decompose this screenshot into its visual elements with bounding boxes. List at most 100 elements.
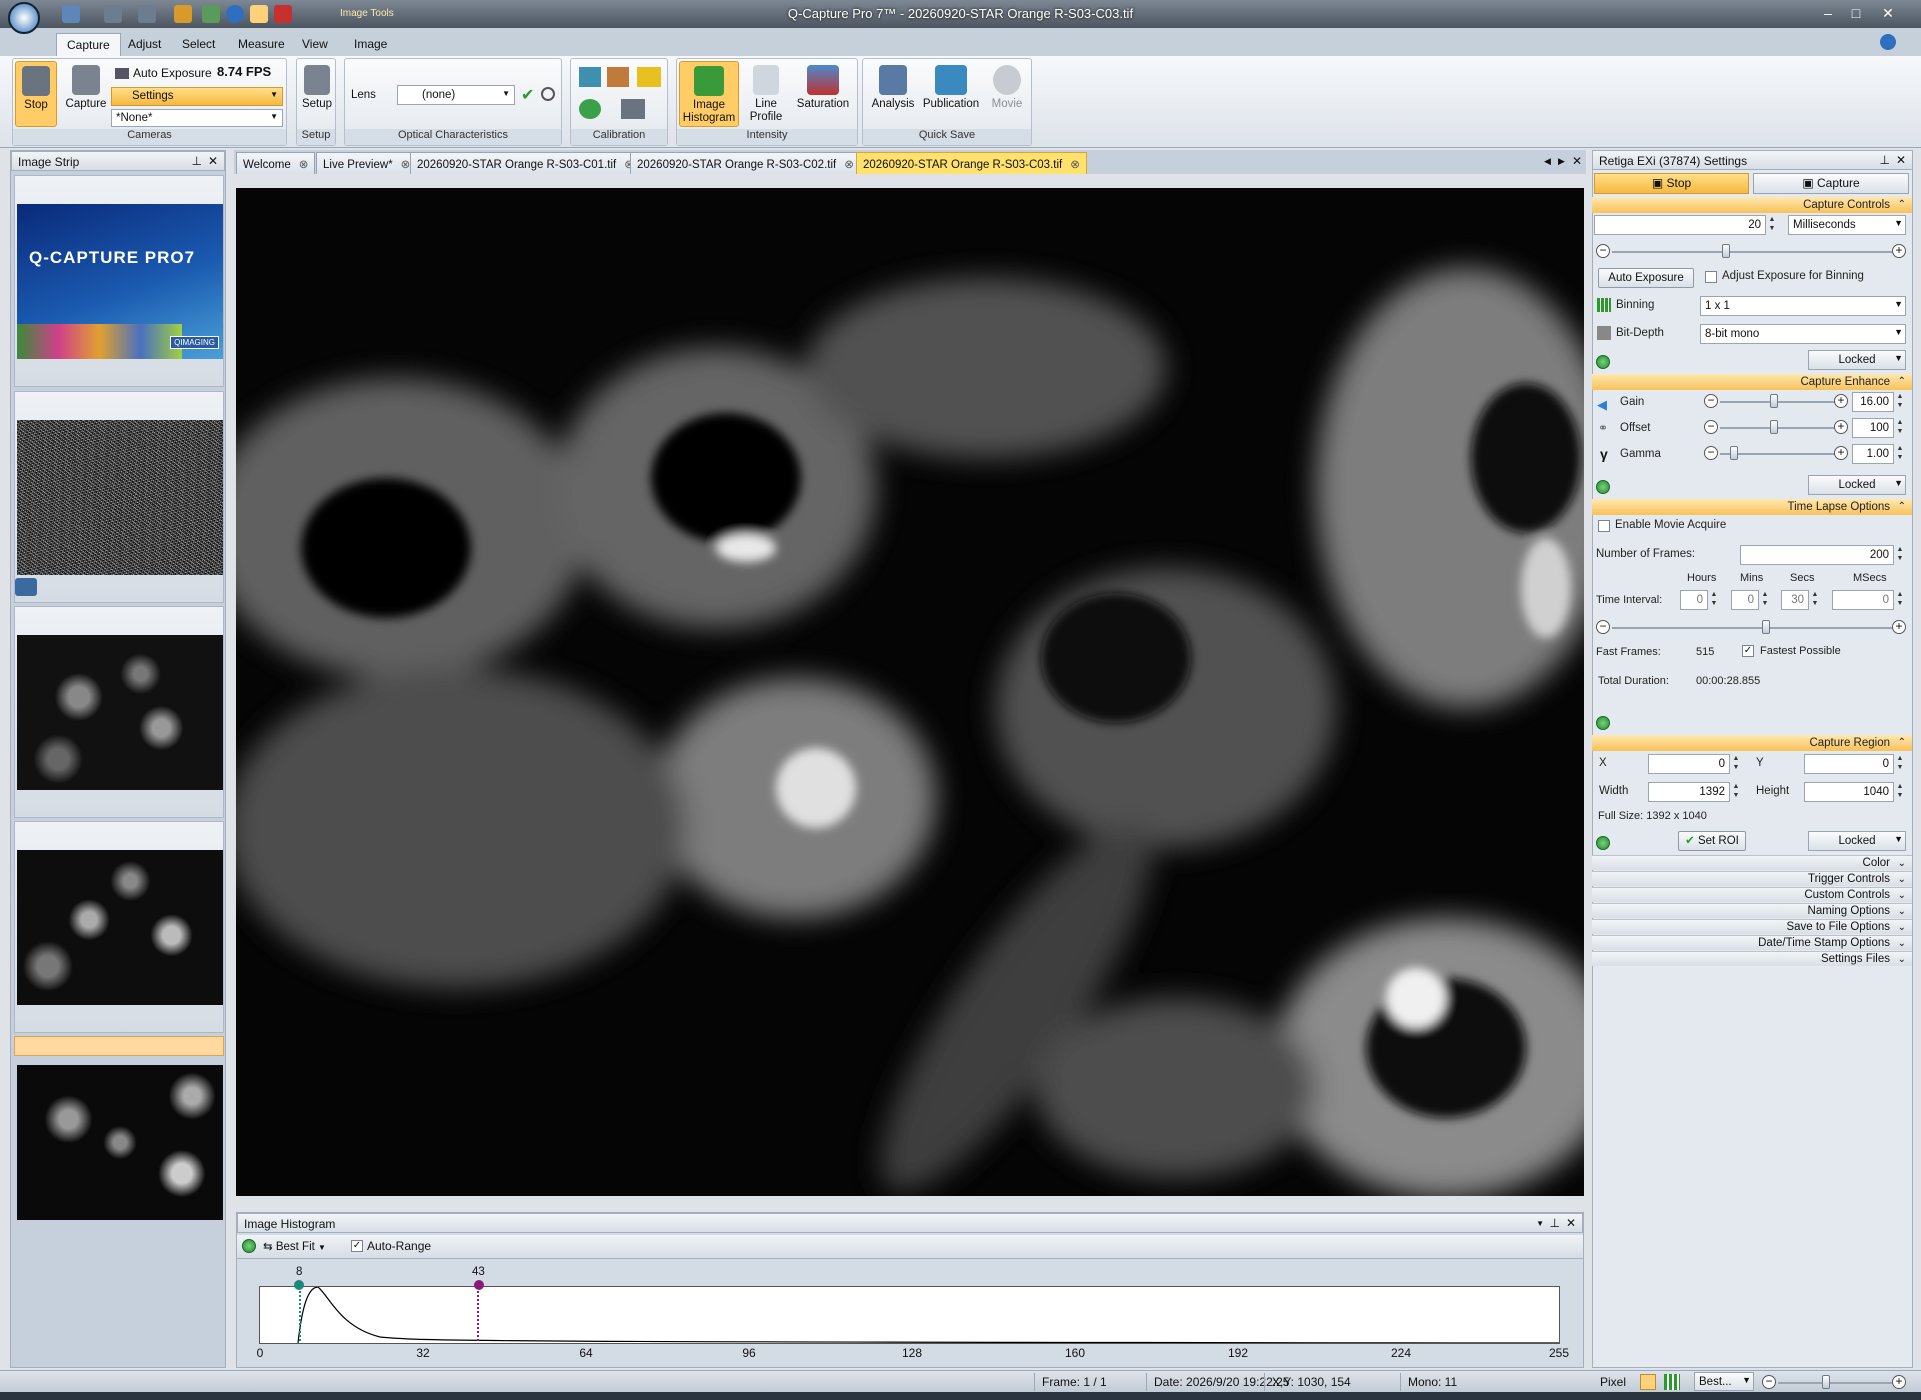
exposure-input[interactable]: 20 (1594, 215, 1766, 235)
set-roi-button[interactable]: ✔ Set ROI (1678, 831, 1746, 851)
line-profile-button[interactable]: Line Profile (743, 65, 789, 124)
time-interval-slider[interactable] (1612, 627, 1894, 629)
plus-icon[interactable]: + (1834, 446, 1848, 460)
close-icon[interactable]: ⊗ (844, 159, 854, 171)
mins-spinner[interactable]: ▲ ▼ (1759, 590, 1771, 610)
zoom-in-icon[interactable]: + (1892, 1375, 1906, 1389)
capture-enhance-header[interactable]: Capture Enhance ⌃ (1592, 374, 1912, 390)
analysis-button[interactable]: Analysis (867, 65, 919, 111)
roi-width-input[interactable]: 1392 (1648, 782, 1730, 802)
pin-icon[interactable]: ⊥ (1880, 153, 1890, 167)
tab-measure[interactable]: Measure (228, 33, 295, 56)
image-viewer[interactable] (236, 188, 1584, 1196)
offset-input[interactable]: 100 (1852, 418, 1894, 438)
thumbnail-c03[interactable] (14, 1036, 224, 1220)
custom-controls-header[interactable]: Custom Controls ⌄ (1592, 887, 1912, 902)
msecs-input[interactable]: 0 (1832, 590, 1894, 610)
high-marker-handle[interactable] (474, 1280, 484, 1290)
preset-dropdown[interactable]: *None* ▼ (111, 109, 283, 127)
refresh-icon[interactable] (579, 99, 601, 119)
capture-enhance-locked-dropdown[interactable]: Locked ▼ (1808, 475, 1906, 495)
grid-icon[interactable] (1664, 1374, 1680, 1390)
refresh-icon[interactable] (1596, 355, 1610, 369)
exposure-spinner[interactable]: ▲ ▼ (1766, 215, 1778, 235)
pixel-status[interactable]: Pixel (1600, 1375, 1626, 1389)
scroll-left-icon[interactable]: ◀ (1544, 156, 1551, 167)
frames-input[interactable]: 200 (1740, 545, 1894, 565)
pin-icon[interactable]: ⊥ (1550, 1216, 1560, 1230)
thumbnail-c02[interactable] (14, 821, 224, 1033)
secs-spinner[interactable]: ▲ ▼ (1809, 590, 1821, 610)
offset-slider-handle[interactable] (1770, 420, 1778, 434)
roi-y-input[interactable]: 0 (1804, 754, 1894, 774)
doc-tab-c01[interactable]: 20260920-STAR Orange R-S03-C01.tif⊗ (410, 152, 641, 174)
zoom-slider-handle[interactable] (1822, 1375, 1830, 1389)
settings-capture-button[interactable]: ▣ Capture (1753, 173, 1909, 194)
tab-capture[interactable]: Capture (56, 33, 121, 56)
refresh-icon[interactable] (1596, 480, 1610, 494)
auto-range-checkbox[interactable]: ✓ (351, 1240, 363, 1252)
capture-region-header[interactable]: Capture Region ⌃ (1592, 735, 1912, 751)
secs-input[interactable]: 30 (1781, 590, 1809, 610)
gamma-spinner[interactable]: ▲ ▼ (1894, 444, 1906, 464)
thumbnail-welcome[interactable]: Q-CAPTURE PRO7 QIMAGING (14, 175, 224, 387)
time-interval-slider-handle[interactable] (1762, 620, 1770, 634)
mins-input[interactable]: 0 (1731, 590, 1759, 610)
close-icon[interactable]: ✕ (208, 154, 218, 168)
plus-icon[interactable]: + (1892, 244, 1906, 258)
help-icon[interactable] (1880, 34, 1896, 50)
offset-slider[interactable] (1720, 427, 1836, 429)
refresh-icon[interactable] (1596, 716, 1610, 730)
setup-button[interactable]: Setup (299, 65, 335, 111)
time-stamp-icon[interactable] (637, 67, 661, 87)
settings-stop-button[interactable]: ▣ Stop (1594, 173, 1749, 194)
close-icon[interactable]: ⊗ (299, 159, 309, 171)
close-icon[interactable]: ⊗ (401, 159, 411, 171)
doc-tab-c02[interactable]: 20260920-STAR Orange R-S03-C02.tif ⊗ (630, 152, 861, 174)
color-section-header[interactable]: Color ⌄ (1592, 855, 1912, 870)
roi-height-input[interactable]: 1040 (1804, 782, 1894, 802)
calibrate-icon[interactable] (579, 67, 601, 87)
naming-options-header[interactable]: Naming Options ⌄ (1592, 903, 1912, 918)
bit-depth-dropdown[interactable]: 8-bit mono ▼ (1700, 324, 1906, 344)
zoom-slider[interactable] (1778, 1382, 1892, 1384)
frames-spinner[interactable]: ▲ ▼ (1894, 545, 1906, 565)
refresh-icon[interactable] (1596, 836, 1610, 850)
settings-dropdown[interactable]: Settings ▼ (111, 87, 283, 106)
roi-height-spinner[interactable]: ▲ ▼ (1894, 782, 1906, 802)
checkmark-icon[interactable]: ✔ (521, 85, 534, 105)
close-button[interactable]: ✕ (1878, 4, 1898, 22)
lens-dropdown[interactable]: (none) ▼ (397, 85, 515, 105)
movie-button[interactable]: Movie (985, 65, 1029, 111)
close-icon[interactable]: ⊗ (1070, 159, 1080, 171)
stop-button[interactable]: Stop (15, 61, 57, 127)
minus-icon[interactable]: − (1704, 394, 1718, 408)
gain-input[interactable]: 16.00 (1852, 392, 1894, 412)
best-fit-dropdown[interactable]: ⇆ Best Fit ▼ (263, 1239, 326, 1253)
fit-view-icon[interactable] (1640, 1374, 1656, 1390)
gain-slider[interactable] (1720, 401, 1836, 403)
minimize-button[interactable]: – (1818, 4, 1838, 22)
close-icon[interactable]: ✕ (1566, 1216, 1576, 1230)
maximize-button[interactable]: □ (1846, 4, 1866, 22)
doc-tab-welcome[interactable]: Welcome ⊗ (236, 152, 316, 174)
doc-tab-live-preview[interactable]: Live Preview* ⊗ (316, 152, 418, 174)
publication-button[interactable]: Publication (919, 65, 983, 111)
image-histogram-button[interactable]: Image Histogram (679, 61, 739, 127)
capture-controls-locked-dropdown[interactable]: Locked ▼ (1808, 350, 1906, 370)
exposure-slider-handle[interactable] (1722, 244, 1730, 258)
settings-files-header[interactable]: Settings Files ⌄ (1592, 951, 1912, 966)
offset-spinner[interactable]: ▲ ▼ (1894, 418, 1906, 438)
close-icon[interactable]: ✕ (1896, 153, 1906, 167)
capture-controls-header[interactable]: Capture Controls ⌃ (1592, 197, 1912, 213)
zoom-dropdown[interactable]: Best... ▼ (1694, 1372, 1754, 1391)
zoom-out-icon[interactable]: − (1762, 1375, 1776, 1389)
roi-y-spinner[interactable]: ▲ ▼ (1894, 754, 1906, 774)
gain-spinner[interactable]: ▲ ▼ (1894, 392, 1906, 412)
thumbnail-live-preview[interactable] (14, 391, 224, 603)
refresh-icon[interactable] (242, 1239, 256, 1253)
pin-icon[interactable]: ⊥ (192, 154, 202, 168)
thumbnail-c01[interactable] (14, 606, 224, 818)
gamma-slider-handle[interactable] (1730, 446, 1738, 460)
doc-tab-c03[interactable]: 20260920-STAR Orange R-S03-C03.tif ⊗ (856, 152, 1087, 174)
